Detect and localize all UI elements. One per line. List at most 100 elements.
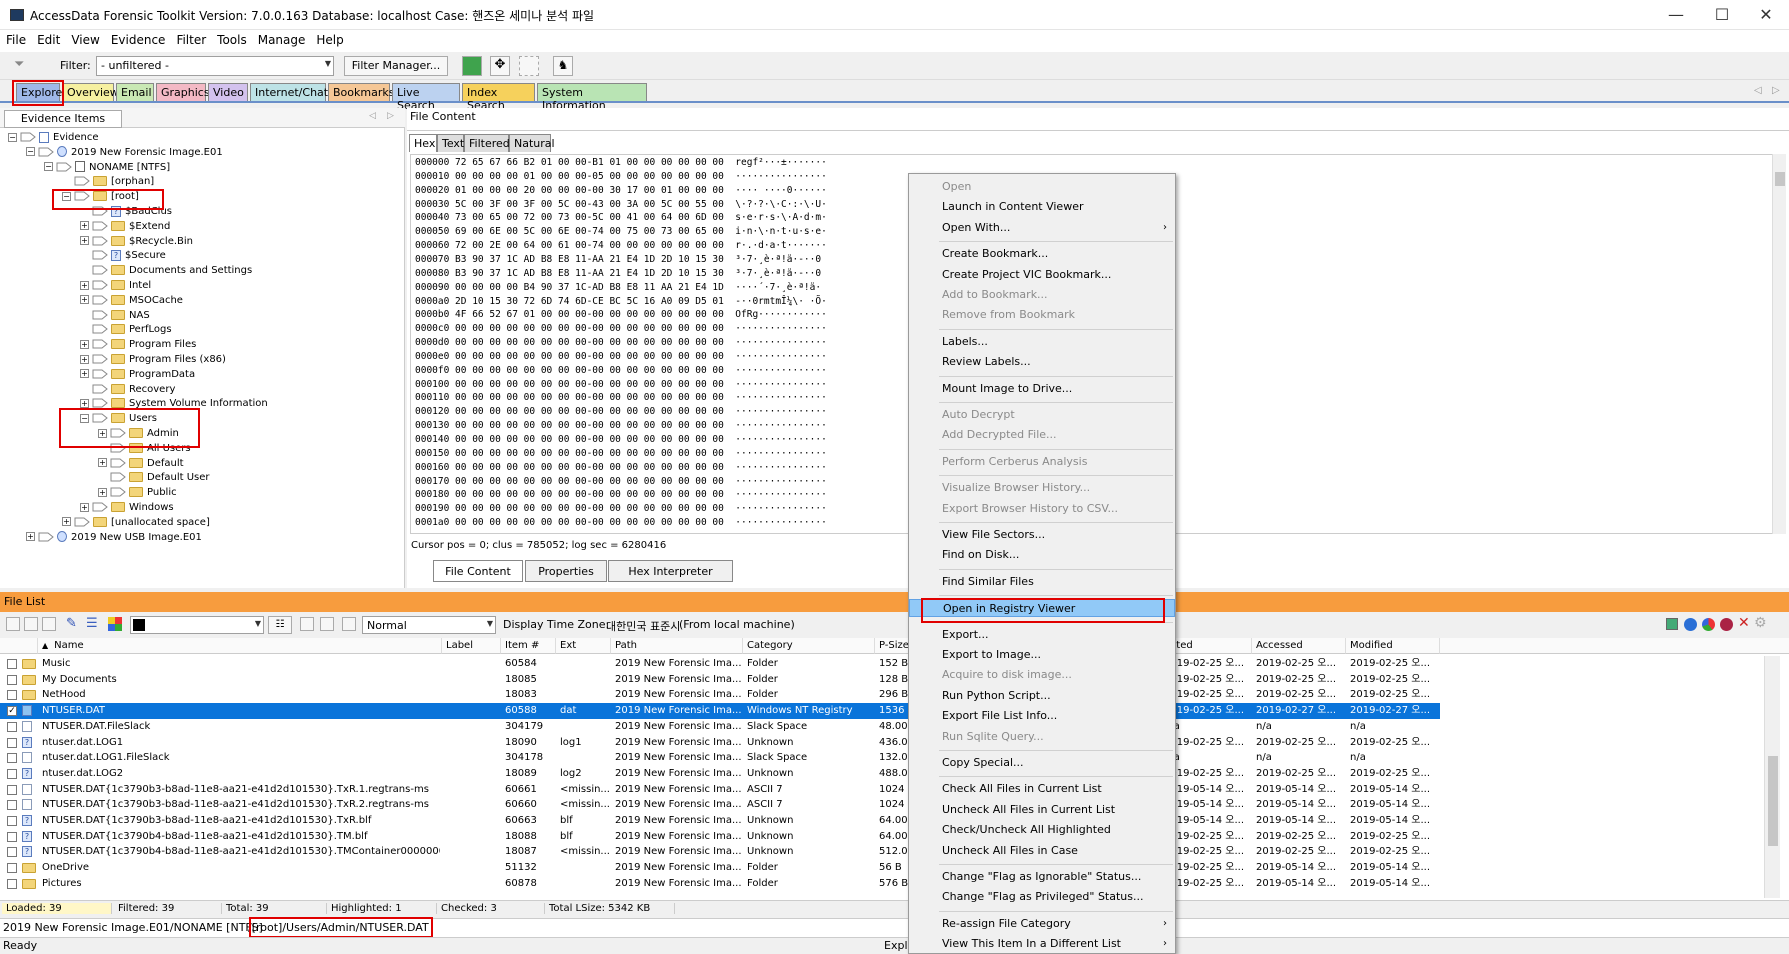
row-checkbox[interactable] [7,816,17,826]
tab-live-search[interactable]: Live Search [392,83,460,112]
checkbox-arrow-icon[interactable] [110,458,126,468]
tree-node-perflogs[interactable]: PerfLogs [80,322,172,337]
checkbox-arrow-icon[interactable] [92,339,108,349]
menu-item-check-all-files-in-current-list[interactable]: Check All Files in Current List [909,780,1175,798]
tree-node-programdata[interactable]: + ProgramData [80,367,195,382]
checkbox-arrow-icon[interactable] [20,132,36,142]
menu-item-labels[interactable]: Labels... [909,333,1175,351]
menu-item-export-file-list-info[interactable]: Export File List Info... [909,707,1175,725]
row-checkbox[interactable] [7,690,17,701]
tab-scroll-right-icon[interactable]: ▷ [1772,85,1780,96]
remove-icon[interactable]: ✕ [1738,615,1750,631]
checkbox-arrow-icon[interactable] [92,384,108,394]
tab-internet-chat[interactable]: Internet/Chat [250,83,328,101]
tab-scroll-left-icon[interactable]: ◁ [1754,85,1762,96]
collapse-icon[interactable]: − [44,162,53,172]
checkbox-arrow-icon[interactable] [92,310,108,320]
expand-icon[interactable]: + [80,354,89,364]
tree-node-recovery[interactable]: Recovery [80,382,175,397]
row-checkbox[interactable] [7,753,17,764]
tree-node-extend[interactable]: + $Extend [80,219,170,234]
expand-icon[interactable]: + [80,236,89,246]
table-row[interactable]: ? NTUSER.DAT{1c3790b4-b8ad-11e8-aa21-e41d… [0,829,1440,845]
expand-icon[interactable]: + [98,458,107,468]
funnel-icon[interactable]: ⏷ [14,57,30,72]
tab-bookmarks[interactable]: Bookmarks [328,83,394,101]
menu-edit[interactable]: Edit [31,30,65,47]
settings-icon[interactable]: ⚙ [1754,615,1767,631]
menu-item-add-to-bookmark[interactable]: Add to Bookmark... [909,286,1175,304]
print-icon[interactable] [320,617,334,631]
tree-node-msocache[interactable]: + MSOCache [80,293,183,308]
tab-evidence-items[interactable]: Evidence Items [4,110,122,128]
table-row[interactable]: NTUSER.DAT{1c3790b3-b8ad-11e8-aa21-e41d2… [0,797,1440,813]
row-checkbox[interactable] [7,784,17,795]
tree-node-program-files-x86[interactable]: + Program Files (x86) [80,352,226,367]
expand-icon[interactable]: + [62,517,71,527]
checkbox-arrow-icon[interactable] [110,472,126,482]
expand-icon[interactable]: + [80,502,89,512]
tab-system-information[interactable]: System Information [537,83,647,112]
checkbox-arrow-icon[interactable] [92,369,108,379]
expand-icon[interactable]: + [26,532,35,542]
tab-properties[interactable]: Properties [525,560,607,582]
pie-chart-icon[interactable] [1702,618,1715,631]
column-header-item[interactable]: Item # [501,638,556,654]
tree-node-intel[interactable]: + Intel [80,278,151,293]
column-header-modified[interactable]: Modified [1346,638,1440,654]
menu-item-open[interactable]: Open [909,178,1175,196]
tree-node-public[interactable]: + Public [98,485,177,500]
table-row[interactable]: OneDrive 51132 2019 New Forensic Ima... Fol… [0,860,1440,876]
tab-hex[interactable]: Hex [409,134,437,152]
tab-text[interactable]: Text [437,134,464,152]
row-checkbox[interactable] [7,800,17,811]
table-row[interactable]: ? ntuser.dat.LOG2 18089 log2 2019 New Forens… [0,766,1440,782]
list-icon[interactable]: ☰ [86,616,98,631]
menu-item-remove-from-bookmark[interactable]: Remove from Bookmark [909,306,1175,324]
tree-node-noname-ntfs[interactable]: − NONAME [NTFS] [44,160,170,175]
filter-manager-button[interactable]: Filter Manager... [344,56,448,76]
checkbox-arrow-icon[interactable] [56,162,72,172]
column-header-name[interactable]: ▲ Name [38,638,442,654]
column-list-icon[interactable]: ☷ [268,616,292,634]
tree-node-recycle-bin[interactable]: + $Recycle.Bin [80,234,193,249]
menu-item-open-with[interactable]: Open With... › [909,219,1175,237]
menu-item-export-to-image[interactable]: Export to Image... [909,646,1175,664]
menu-item-uncheck-all-files-in-case[interactable]: Uncheck All Files in Case [909,842,1175,860]
color-grid-icon[interactable] [108,617,122,631]
row-checkbox[interactable] [7,863,17,874]
checkbox-arrow-icon[interactable] [92,221,108,231]
menu-item-copy-special[interactable]: Copy Special... [909,754,1175,772]
menu-item-export[interactable]: Export... [909,626,1175,644]
menu-item-export-browser-history-to-csv[interactable]: Export Browser History to CSV... [909,500,1175,518]
menu-view[interactable]: View [65,30,104,47]
menu-item-auto-decrypt[interactable]: Auto Decrypt [909,406,1175,424]
table-row[interactable]: NTUSER.DAT.FileSlack 304179 2019 New Foren… [0,719,1440,735]
grid-view-icon[interactable] [1666,618,1678,630]
column-header-ext[interactable]: Ext [556,638,611,654]
menu-item-create-bookmark[interactable]: Create Bookmark... [909,245,1175,263]
checkbox-arrow-icon[interactable] [38,147,54,157]
row-checkbox[interactable] [7,659,17,669]
scroll-thumb[interactable] [1775,172,1785,186]
menu-item-review-labels[interactable]: Review Labels... [909,353,1175,371]
tab-video[interactable]: Video [208,83,248,101]
hex-scrollbar[interactable] [1772,154,1786,534]
row-checkbox[interactable] [7,768,17,779]
panel-right-icon[interactable]: ▷ [387,111,394,121]
expand-icon[interactable]: + [80,369,89,379]
menu-item-add-decrypted-file[interactable]: Add Decrypted File... [909,426,1175,444]
checkbox-arrow-icon[interactable] [74,176,90,186]
menu-filter[interactable]: Filter [170,30,211,47]
checkbox-arrow-icon[interactable] [74,517,90,527]
checkbox-arrow-icon[interactable] [92,398,108,408]
row-checkbox[interactable] [7,831,17,842]
column-header-label[interactable]: Label [442,638,501,654]
row-checkbox[interactable]: ✓ [7,706,17,717]
menu-item-run-python-script[interactable]: Run Python Script... [909,687,1175,705]
tab-index-search[interactable]: Index Search [462,83,535,112]
pen-icon[interactable]: ✎ [66,616,77,631]
menu-manage[interactable]: Manage [252,30,311,47]
menu-item-launch-in-content-viewer[interactable]: Launch in Content Viewer [909,198,1175,216]
globe-icon[interactable] [1684,618,1697,631]
